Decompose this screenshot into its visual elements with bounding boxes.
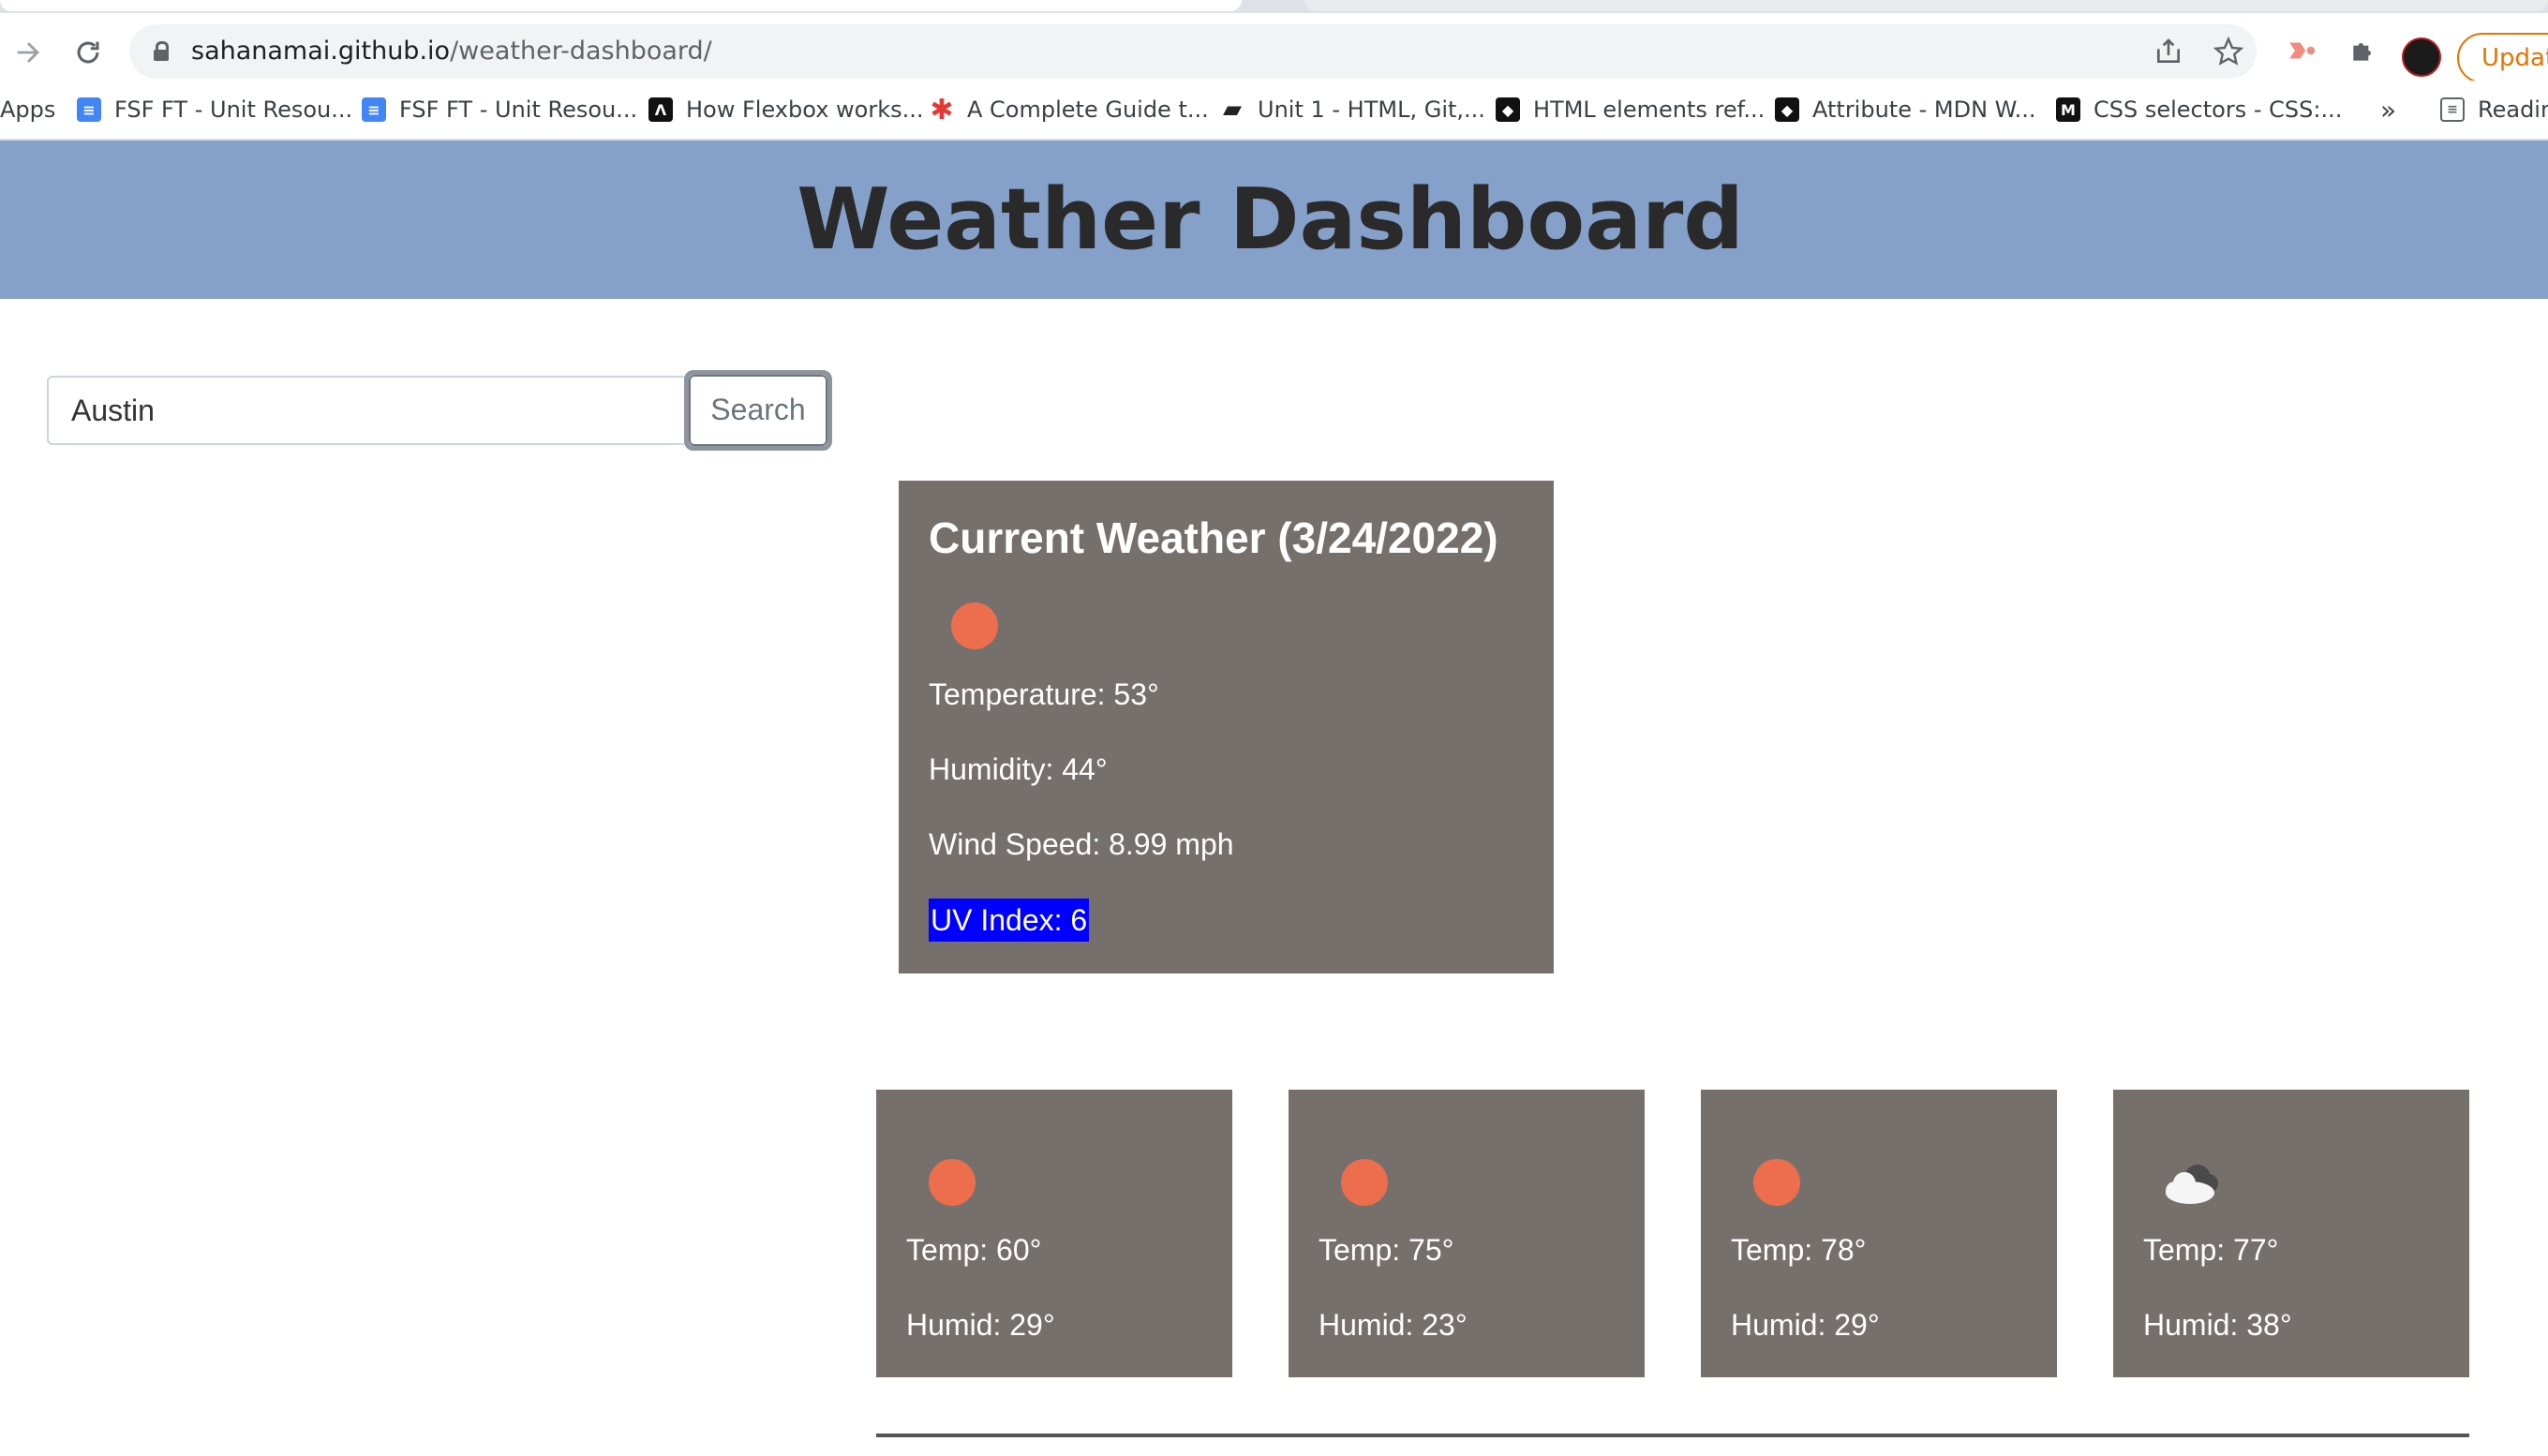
lock-icon[interactable] — [154, 41, 169, 61]
forecast-temp: Temp: 75° — [1319, 1233, 1454, 1267]
forecast-card: Temp: 78° Humid: 29° — [1701, 1090, 2057, 1377]
tab-strip — [0, 0, 2548, 13]
sun-icon — [1753, 1159, 1800, 1206]
extension-cast-icon[interactable] — [2281, 30, 2322, 71]
bookmark-label: Attribute - MDN W... — [1812, 97, 2036, 123]
forecast-humidity: Humid: 29° — [906, 1308, 1055, 1342]
page-header: Weather Dashboard — [0, 141, 2548, 299]
mdn-m-icon: M — [2056, 97, 2080, 122]
forecast-temp: Temp: 60° — [906, 1233, 1042, 1267]
profile-avatar[interactable] — [2402, 37, 2441, 77]
forward-arrow-icon[interactable] — [7, 32, 49, 73]
mdn-icon: ◆ — [1775, 97, 1799, 122]
reading-list[interactable]: ≡ Readin — [2440, 94, 2548, 126]
current-wind-speed: Wind Speed: 8.99 mph — [929, 827, 1234, 861]
forecast-humidity: Humid: 23° — [1319, 1308, 1468, 1342]
address-bar[interactable]: sahanamai.github.io/weather-dashboard/ — [129, 24, 2257, 79]
browser-tab[interactable] — [1304, 0, 2548, 11]
bookmark-label: CSS selectors - CSS:... — [2094, 97, 2343, 123]
browser-tab-active[interactable] — [0, 0, 1242, 11]
update-button[interactable]: Update — [2457, 33, 2548, 83]
bookmark-complete-guide[interactable]: ✱ A Complete Guide t... — [930, 93, 1209, 126]
bookmark-label: FSF FT - Unit Resou... — [399, 97, 638, 123]
bookmark-label: A Complete Guide t... — [967, 97, 1209, 123]
bookmark-flexbox[interactable]: Λ How Flexbox works... — [648, 94, 924, 126]
bookmarks-bar: Apps ≡ FSF FT - Unit Resou... ≡ FSF FT -… — [0, 81, 2548, 141]
bookmark-apps[interactable]: Apps — [0, 94, 55, 126]
forecast-card: Temp: 75° Humid: 23° — [1289, 1090, 1645, 1377]
css-tricks-star-icon: ✱ — [930, 93, 954, 126]
bookmark-star-icon[interactable] — [2208, 31, 2249, 72]
reload-icon[interactable] — [67, 32, 109, 73]
search-button-label: Search — [689, 375, 827, 446]
current-weather-card: Current Weather (3/24/2022) Temperature:… — [899, 481, 1554, 973]
current-weather-heading: Current Weather (3/24/2022) — [929, 513, 1498, 562]
bookmark-fsf-unit-resources-2[interactable]: ≡ FSF FT - Unit Resou... — [362, 94, 637, 126]
current-temperature: Temperature: 53° — [929, 677, 1159, 711]
share-icon[interactable] — [2148, 31, 2189, 72]
bookmark-fsf-unit-resources-1[interactable]: ≡ FSF FT - Unit Resou... — [77, 94, 352, 126]
forecast-temp: Temp: 77° — [2143, 1233, 2279, 1267]
bookmark-html-elements[interactable]: ◆ HTML elements ref... — [1496, 94, 1765, 126]
google-docs-icon: ≡ — [362, 97, 386, 122]
reading-list-icon: ≡ — [2440, 97, 2465, 122]
page-bottom-edge — [0, 1437, 2548, 1456]
forecast-card: Temp: 60° Humid: 29° — [876, 1090, 1232, 1377]
bookmark-css-selectors[interactable]: M CSS selectors - CSS:... — [2056, 94, 2342, 126]
page-title: Weather Dashboard — [797, 171, 1744, 269]
current-humidity: Humidity: 44° — [929, 752, 1108, 786]
reading-list-label: Readin — [2478, 97, 2548, 123]
google-docs-icon: ≡ — [77, 97, 101, 122]
forecast-humidity: Humid: 29° — [1731, 1308, 1880, 1342]
book-icon: ▰ — [1223, 96, 1242, 124]
bookmark-attribute-mdn[interactable]: ◆ Attribute - MDN W... — [1775, 94, 2036, 126]
url-host: sahanamai.github.io — [191, 37, 451, 66]
sun-icon — [951, 602, 998, 649]
bookmark-label: How Flexbox works... — [686, 97, 924, 123]
bookmark-unit-1[interactable]: ▰ Unit 1 - HTML, Git,... — [1220, 94, 1485, 126]
extensions-puzzle-icon[interactable] — [2343, 30, 2384, 71]
city-search-input[interactable] — [47, 376, 684, 445]
url-path: /weather-dashboard/ — [450, 37, 712, 66]
forecast-card: Temp: 77° Humid: 38° — [2113, 1090, 2469, 1377]
forecast-humidity: Humid: 38° — [2143, 1308, 2292, 1342]
site-favicon: Λ — [648, 97, 673, 122]
browser-toolbar: sahanamai.github.io/weather-dashboard/ U… — [0, 13, 2548, 83]
mdn-icon: ◆ — [1496, 97, 1520, 122]
bookmark-label: Unit 1 - HTML, Git,... — [1258, 97, 1485, 123]
cloud-icon — [2166, 1165, 2218, 1204]
forecast-temp: Temp: 78° — [1731, 1233, 1867, 1267]
sun-icon — [929, 1159, 976, 1206]
sun-icon — [1341, 1159, 1388, 1206]
uv-index-badge: UV Index: 6 — [929, 899, 1090, 942]
url-text: sahanamai.github.io/weather-dashboard/ — [191, 37, 712, 66]
bookmarks-overflow-chevron[interactable]: » — [2380, 94, 2396, 126]
bookmark-label: FSF FT - Unit Resou... — [114, 97, 353, 123]
bookmark-label: HTML elements ref... — [1533, 97, 1766, 123]
bookmark-label: Apps — [0, 97, 56, 123]
search-button[interactable]: Search — [684, 370, 832, 451]
